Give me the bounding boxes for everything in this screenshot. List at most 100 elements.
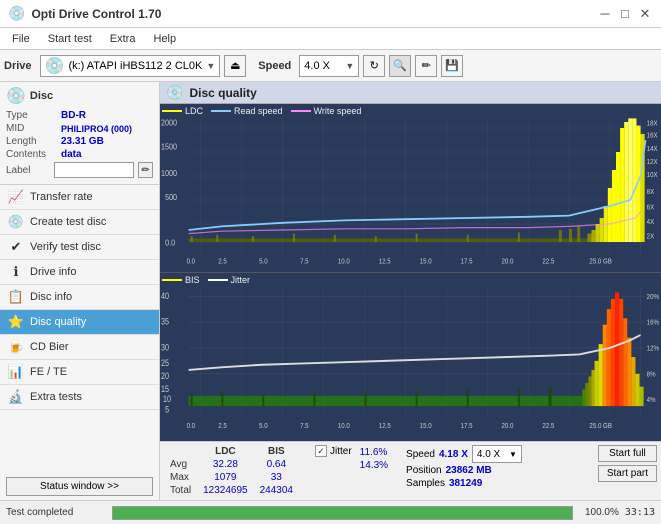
status-window-button[interactable]: Status window >>: [6, 477, 153, 496]
label-label: Label: [6, 165, 50, 176]
label-row: Label ✏: [6, 162, 153, 178]
cd-bier-icon: 🍺: [8, 339, 24, 355]
speed-row: Speed 4.18 X 4.0 X ▼: [406, 445, 522, 463]
disc-quality-icon: ⭐: [8, 314, 24, 330]
status-text: Test completed: [6, 507, 106, 518]
save-button[interactable]: 💾: [441, 55, 463, 77]
start-full-button[interactable]: Start full: [598, 445, 657, 462]
disc-icon: 💿: [6, 86, 26, 106]
svg-text:2.5: 2.5: [218, 258, 227, 266]
write-speed-legend-dot: [291, 110, 311, 112]
svg-text:7.5: 7.5: [300, 423, 309, 431]
label-edit-button[interactable]: ✏: [138, 162, 153, 178]
legend-bis: BIS: [162, 275, 200, 285]
svg-text:0.0: 0.0: [165, 238, 176, 248]
position-row: Position 23862 MB: [406, 465, 522, 476]
menu-bar: File Start test Extra Help: [0, 28, 661, 50]
menu-help[interactable]: Help: [145, 32, 184, 46]
bis-max: 33: [254, 471, 299, 484]
refresh-button[interactable]: ↻: [363, 55, 385, 77]
stats-panel: LDC BIS Avg 32.28 0.64 Max 1079 33 Tot: [160, 441, 661, 500]
minimize-button[interactable]: ─: [597, 6, 613, 22]
drive-selector[interactable]: 💿 (k:) ATAPI iHBS112 2 CL0K ▼: [40, 55, 221, 77]
sidebar-item-extra-tests[interactable]: 🔬 Extra tests: [0, 385, 159, 410]
svg-text:40: 40: [161, 291, 169, 301]
svg-text:25: 25: [161, 358, 169, 368]
svg-text:5.0: 5.0: [259, 258, 268, 266]
main-layout: 💿 Disc Type BD-R MID PHILIPRO4 (000) Len…: [0, 82, 661, 500]
close-button[interactable]: ✕: [637, 6, 653, 22]
jitter-checkbox[interactable]: ✓: [315, 445, 327, 457]
speed-val: 4.18 X: [439, 449, 468, 460]
svg-text:22.5: 22.5: [542, 258, 554, 266]
sidebar-item-disc-info[interactable]: 📋 Disc info: [0, 285, 159, 310]
length-field: Length 23.31 GB: [6, 136, 153, 147]
sidebar-item-disc-quality[interactable]: ⭐ Disc quality: [0, 310, 159, 335]
disc-quality-header-icon: 💿: [166, 84, 183, 101]
drive-label: Drive: [4, 60, 32, 72]
progress-bar-fill: [113, 507, 572, 519]
disc-quality-title: Disc quality: [189, 86, 256, 100]
ldc-legend-label: LDC: [185, 106, 203, 116]
title-bar-left: 💿 Opti Drive Control 1.70: [8, 5, 161, 22]
write-speed-legend-label: Write speed: [314, 106, 362, 116]
stats-speed-selector[interactable]: 4.0 X ▼: [472, 445, 522, 463]
menu-start-test[interactable]: Start test: [40, 32, 100, 46]
drive-toolbar: Drive 💿 (k:) ATAPI iHBS112 2 CL0K ▼ ⏏ Sp…: [0, 50, 661, 82]
svg-text:5: 5: [165, 405, 169, 415]
type-field: Type BD-R: [6, 110, 153, 121]
sidebar-item-drive-info[interactable]: ℹ Drive info: [0, 260, 159, 285]
menu-file[interactable]: File: [4, 32, 38, 46]
svg-text:10.0: 10.0: [338, 258, 350, 266]
extra-tests-icon: 🔬: [8, 389, 24, 405]
jitter-label: Jitter: [330, 446, 352, 457]
sidebar-item-create-test-disc[interactable]: 💿 Create test disc: [0, 210, 159, 235]
scan-button[interactable]: 🔍: [389, 55, 411, 77]
verify-test-disc-icon: ✔: [8, 239, 24, 255]
top-chart: LDC Read speed Write speed: [160, 104, 661, 273]
samples-label: Samples: [406, 478, 445, 489]
length-label: Length: [6, 136, 61, 147]
sidebar-item-cd-bier[interactable]: 🍺 CD Bier: [0, 335, 159, 360]
maximize-button[interactable]: □: [617, 6, 633, 22]
label-input[interactable]: [54, 162, 134, 178]
eject-button[interactable]: ⏏: [224, 55, 246, 77]
bis-total: 244304: [254, 484, 299, 497]
jitter-avg-val: 11.6%: [360, 447, 388, 458]
stats-speed-arrow: ▼: [509, 450, 517, 459]
write-button[interactable]: ✏: [415, 55, 437, 77]
app-icon: 💿: [8, 5, 25, 22]
legend-jitter: Jitter: [208, 275, 251, 285]
stats-table: LDC BIS Avg 32.28 0.64 Max 1079 33 Tot: [164, 445, 299, 497]
nav-items: 📈 Transfer rate 💿 Create test disc ✔ Ver…: [0, 185, 159, 473]
speed-selector[interactable]: 4.0 X ▼: [299, 55, 359, 77]
svg-text:30: 30: [161, 343, 169, 353]
app-title: Opti Drive Control 1.70: [31, 7, 161, 21]
svg-text:10.0: 10.0: [338, 423, 350, 431]
speed-section: Speed 4.18 X 4.0 X ▼ Position 23862 MB S…: [406, 445, 522, 489]
svg-text:25.0 GB: 25.0 GB: [589, 423, 612, 431]
menu-extra[interactable]: Extra: [102, 32, 144, 46]
svg-text:5.0: 5.0: [259, 423, 268, 431]
speed-label-text: Speed: [406, 449, 435, 460]
disc-info-header: 💿 Disc: [6, 86, 153, 106]
svg-text:2000: 2000: [161, 118, 178, 128]
stats-speed-dropdown-val: 4.0 X: [477, 449, 500, 460]
sidebar-item-transfer-rate[interactable]: 📈 Transfer rate: [0, 185, 159, 210]
start-part-button[interactable]: Start part: [598, 465, 657, 482]
svg-text:12%: 12%: [647, 345, 659, 353]
legend-ldc: LDC: [162, 106, 203, 116]
fe-te-label: FE / TE: [30, 366, 67, 378]
svg-text:0.0: 0.0: [187, 258, 196, 266]
drive-value: (k:) ATAPI iHBS112 2 CL0K: [68, 60, 202, 72]
mid-label: MID: [6, 123, 61, 134]
transfer-rate-icon: 📈: [8, 189, 24, 205]
svg-text:20.0: 20.0: [501, 258, 513, 266]
sidebar-item-verify-test-disc[interactable]: ✔ Verify test disc: [0, 235, 159, 260]
sidebar-item-fe-te[interactable]: 📊 FE / TE: [0, 360, 159, 385]
charts-container: LDC Read speed Write speed: [160, 104, 661, 441]
svg-text:25.0 GB: 25.0 GB: [589, 258, 612, 266]
svg-text:35: 35: [161, 317, 169, 327]
bottom-chart-legend: BIS Jitter: [162, 275, 250, 285]
speed-label: Speed: [258, 60, 291, 72]
